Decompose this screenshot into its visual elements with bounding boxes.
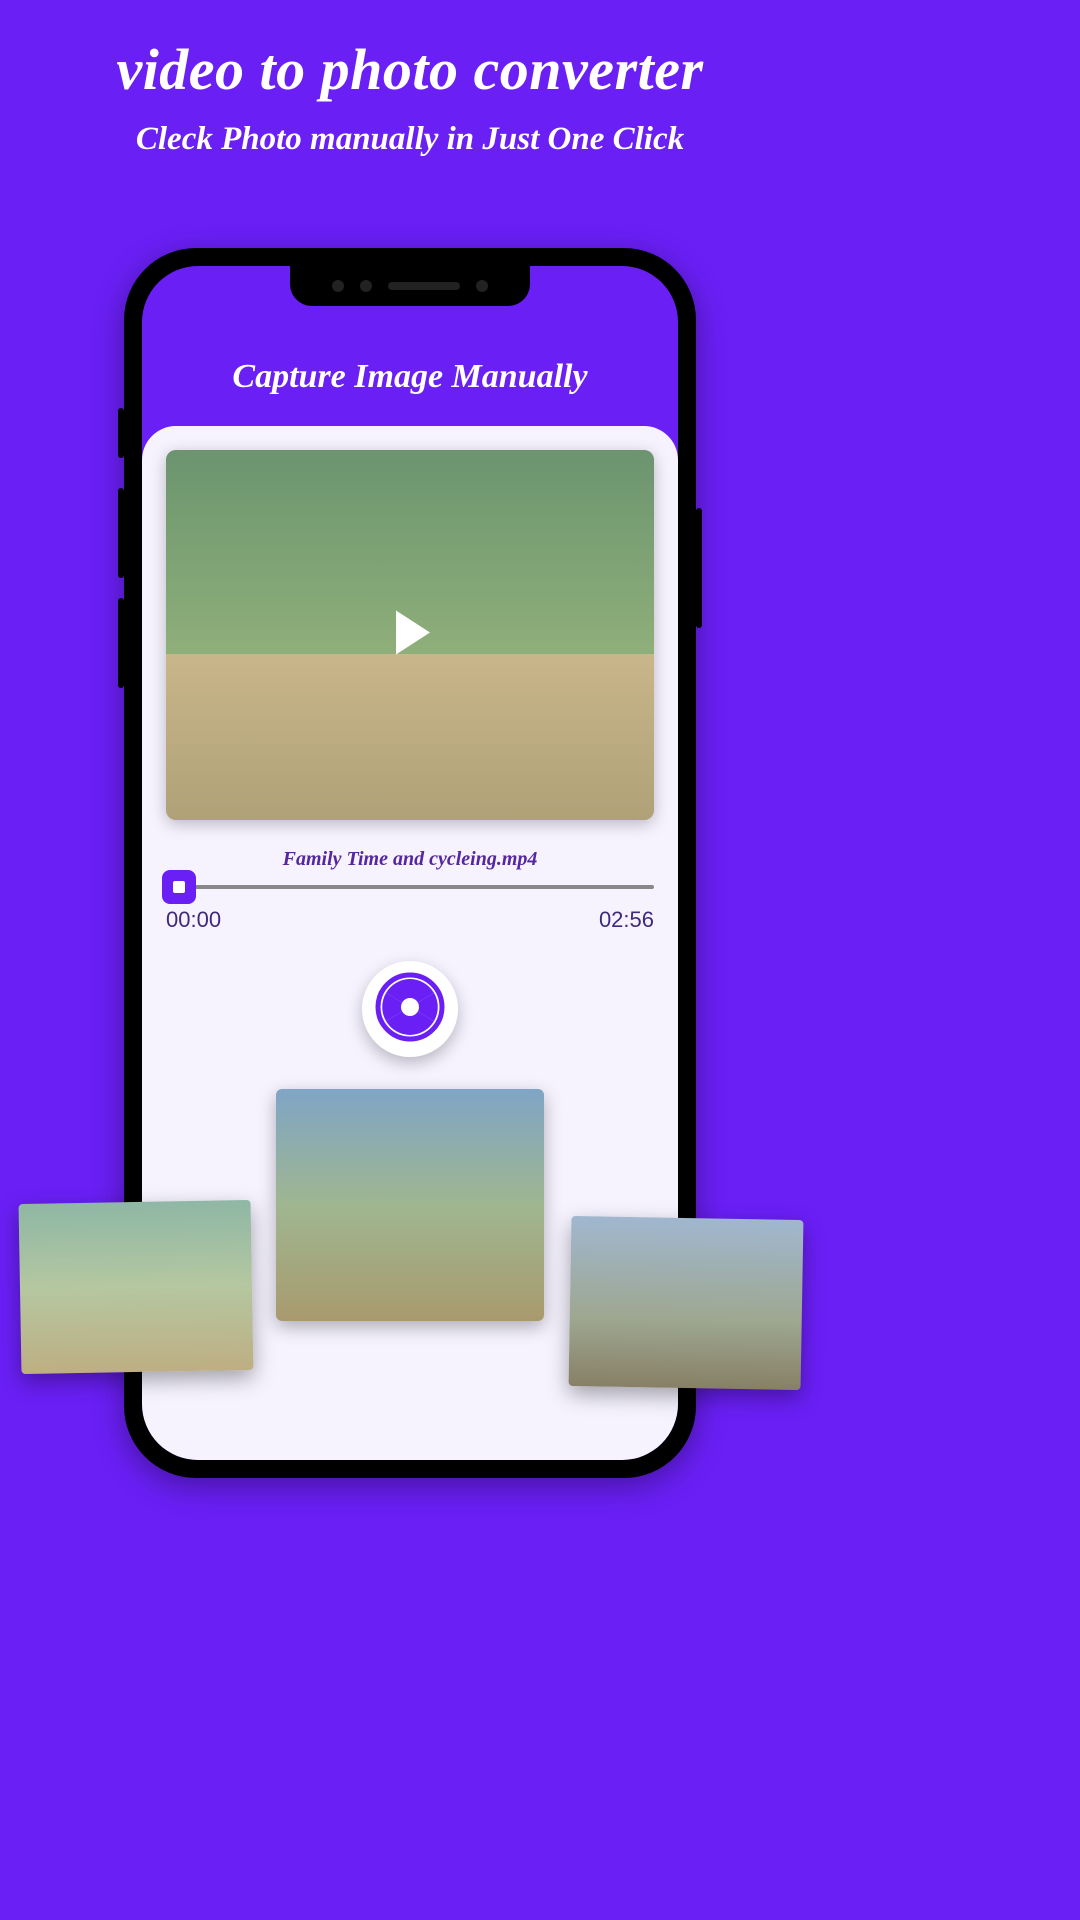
captured-preview-center[interactable] xyxy=(276,1089,544,1321)
time-current: 00:00 xyxy=(166,907,221,933)
video-preview[interactable] xyxy=(166,450,654,820)
video-filename: Family Time and cycleing.mp4 xyxy=(166,848,654,871)
shutter-icon xyxy=(374,971,446,1048)
promo-subtitle: Cleck Photo manually in Just One Click xyxy=(0,121,820,158)
captured-preview-left xyxy=(19,1200,254,1374)
seek-slider[interactable]: 00:00 02:56 xyxy=(166,885,654,933)
captured-preview-right xyxy=(569,1216,804,1390)
phone-notch xyxy=(290,266,530,306)
play-icon[interactable] xyxy=(382,605,438,666)
promo-header: video to photo converter Cleck Photo man… xyxy=(0,0,820,158)
phone-side-button xyxy=(696,508,702,628)
promo-title: video to photo converter xyxy=(0,36,820,103)
capture-button[interactable] xyxy=(362,961,458,1057)
screen-title: Capture Image Manually xyxy=(142,358,678,396)
seek-thumb[interactable] xyxy=(162,870,196,904)
time-total: 02:56 xyxy=(599,907,654,933)
